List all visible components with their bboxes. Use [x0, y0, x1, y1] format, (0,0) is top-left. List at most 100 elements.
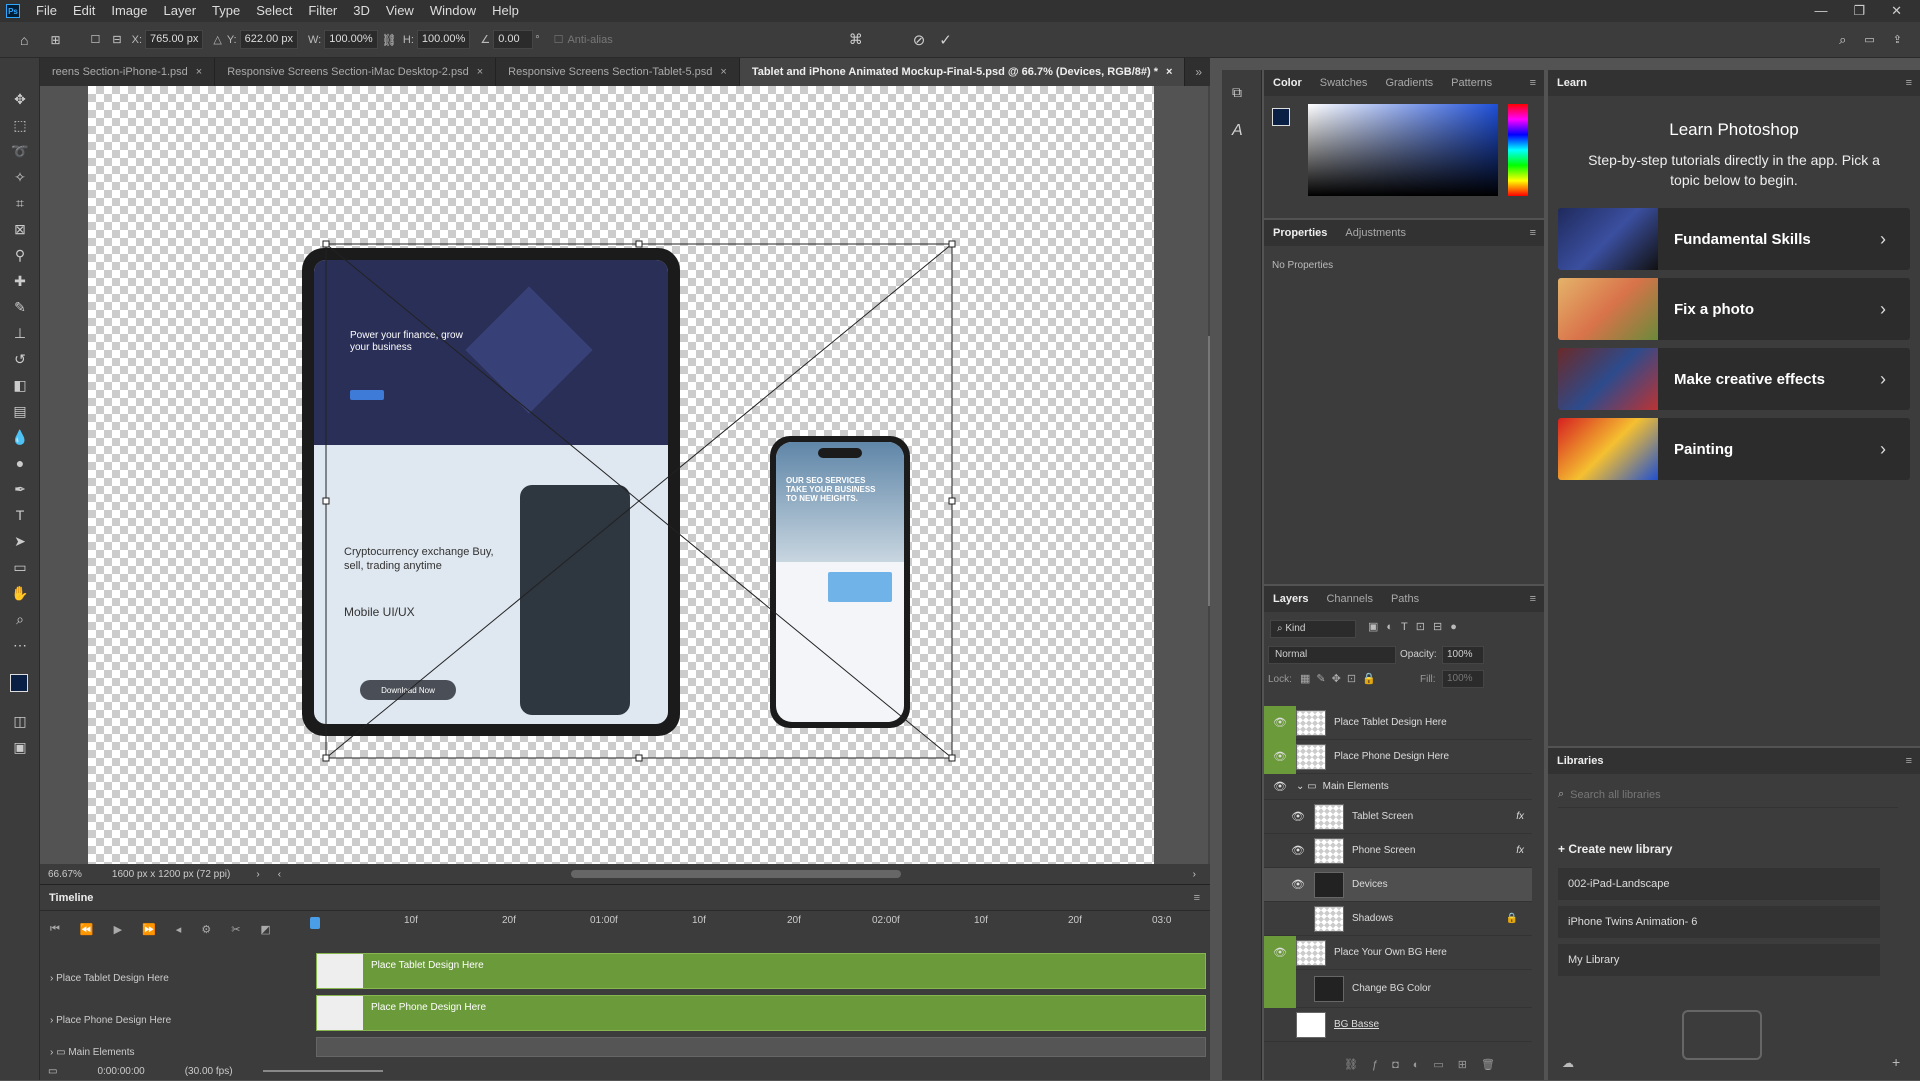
share-icon[interactable]: ⇪ — [1893, 33, 1902, 46]
horizontal-scrollbar[interactable] — [571, 870, 902, 878]
zoom-level[interactable]: 66.67% — [48, 869, 82, 880]
path-selection-tool-icon[interactable]: ➤ — [8, 530, 32, 552]
scroll-left-icon[interactable]: ‹ — [278, 869, 281, 880]
visibility-eye-icon[interactable]: 👁 — [1282, 868, 1314, 902]
tab-channels[interactable]: Channels — [1317, 586, 1381, 612]
close-icon[interactable]: × — [196, 66, 202, 78]
close-icon[interactable]: ✕ — [1891, 3, 1902, 19]
menu-image[interactable]: Image — [103, 0, 155, 22]
brush-tool-icon[interactable]: ✎ — [8, 296, 32, 318]
panel-menu-icon[interactable]: ≡ — [1530, 227, 1536, 239]
layer-group-row[interactable]: 👁 ⌄ ▭ Main Elements — [1264, 774, 1532, 800]
tab-learn[interactable]: Learn — [1548, 70, 1596, 96]
layer-row[interactable]: Change BG Color — [1264, 969, 1532, 1008]
history-icon[interactable]: ⧉ — [1232, 84, 1242, 101]
zoom-slider[interactable] — [262, 1070, 383, 1072]
status-menu-icon[interactable]: › — [256, 869, 259, 880]
library-item[interactable]: iPhone Twins Animation- 6 — [1558, 906, 1880, 938]
learn-card-painting[interactable]: Painting › — [1558, 418, 1910, 480]
h-input[interactable]: 100.00% — [416, 30, 471, 49]
character-icon[interactable]: A — [1232, 122, 1243, 140]
transition-icon[interactable]: ◩ — [260, 923, 270, 936]
tab-tablet[interactable]: Responsive Screens Section-Tablet-5.psd × — [496, 58, 740, 86]
tab-libraries[interactable]: Libraries — [1548, 748, 1612, 774]
visibility-eye-icon[interactable]: 👁 — [1264, 774, 1296, 800]
magic-wand-tool-icon[interactable]: ✧ — [8, 166, 32, 188]
settings-icon[interactable]: ⚙ — [201, 923, 211, 936]
quick-mask-icon[interactable]: ◫ — [8, 710, 32, 732]
track-label[interactable]: › Place Tablet Design Here — [50, 973, 169, 984]
close-icon[interactable]: × — [720, 66, 726, 78]
filter-kind-select[interactable]: ⌕ Kind — [1270, 620, 1356, 638]
learn-card-fundamental[interactable]: Fundamental Skills › — [1558, 208, 1910, 270]
layer-actions[interactable]: ⛓ƒ◘◐▭⊞🗑 — [1344, 1058, 1509, 1071]
foreground-color-swatch[interactable] — [10, 674, 28, 692]
move-tool-icon[interactable]: ✥ — [8, 88, 32, 110]
library-search[interactable]: ⌕ Search all libraries — [1558, 782, 1898, 808]
menu-edit[interactable]: Edit — [65, 0, 103, 22]
layer-row[interactable]: 👁 Place Phone Design Here — [1264, 739, 1532, 774]
menu-view[interactable]: View — [378, 0, 422, 22]
reference-point-icon[interactable]: ⊞ — [50, 33, 60, 47]
visibility-eye-icon[interactable]: 👁 — [1282, 834, 1314, 868]
tab-paths[interactable]: Paths — [1382, 586, 1428, 612]
first-frame-icon[interactable]: ⏮ — [50, 923, 60, 936]
menu-help[interactable]: Help — [484, 0, 527, 22]
panel-menu-icon[interactable]: ≡ — [1906, 77, 1912, 89]
tab-imac[interactable]: Responsive Screens Section-iMac Desktop-… — [215, 58, 497, 86]
vertical-scrollbar-thumb[interactable] — [1208, 336, 1210, 606]
panel-collapse-icon[interactable]: » — [1195, 65, 1202, 79]
stamp-tool-icon[interactable]: ⊥ — [8, 322, 32, 344]
foreground-color-swatch[interactable] — [1272, 108, 1290, 126]
zoom-tool-icon[interactable]: ⌕ — [8, 608, 32, 630]
search-icon[interactable]: ⌕ — [1839, 32, 1846, 48]
reference-toggle-icon[interactable]: ☐ — [91, 33, 101, 46]
blend-mode-select[interactable]: Normal — [1268, 646, 1396, 664]
next-frame-icon[interactable]: ⏩ — [142, 923, 156, 936]
layer-row[interactable]: BG Basse — [1264, 1008, 1532, 1042]
create-library-button[interactable]: + Create new library — [1558, 842, 1672, 856]
y-input[interactable]: 622.00 px — [239, 30, 298, 49]
marquee-tool-icon[interactable]: ⬚ — [8, 114, 32, 136]
minimize-icon[interactable]: — — [1814, 3, 1827, 19]
visibility-eye-icon[interactable]: 👁 — [1264, 705, 1296, 740]
x-input[interactable]: 765.00 px — [145, 30, 204, 49]
tab-layers[interactable]: Layers — [1264, 586, 1317, 612]
close-icon[interactable]: × — [477, 66, 483, 78]
opacity-input[interactable]: 100% — [1442, 646, 1484, 664]
render-icon[interactable]: ▭ — [48, 1066, 57, 1077]
library-item[interactable]: My Library — [1558, 944, 1880, 976]
tab-swatches[interactable]: Swatches — [1311, 70, 1377, 96]
add-icon[interactable]: + — [1892, 1054, 1900, 1070]
panel-menu-icon[interactable]: ≡ — [1194, 892, 1200, 904]
learn-card-creative[interactable]: Make creative effects › — [1558, 348, 1910, 410]
visibility-eye-icon[interactable] — [1264, 1008, 1296, 1042]
frame-tool-icon[interactable]: ⊠ — [8, 218, 32, 240]
blur-tool-icon[interactable]: 💧 — [8, 426, 32, 448]
menu-file[interactable]: File — [28, 0, 65, 22]
layer-row[interactable]: 👁 Tablet Screen fx — [1264, 800, 1532, 834]
layer-row[interactable]: 👁 Place Your Own BG Here — [1264, 935, 1532, 970]
menu-type[interactable]: Type — [204, 0, 248, 22]
panel-menu-icon[interactable]: ≡ — [1530, 593, 1536, 605]
more-tools-icon[interactable]: ⋯ — [8, 634, 32, 656]
cancel-transform-icon[interactable]: ⊘ — [913, 31, 926, 49]
restore-icon[interactable]: ❐ — [1853, 3, 1865, 19]
angle-input[interactable]: 0.00 — [493, 30, 534, 49]
document-canvas[interactable]: Power your finance, grow your business C… — [88, 86, 1154, 864]
panel-menu-icon[interactable]: ≡ — [1906, 755, 1912, 767]
grid-icon[interactable]: ⊟ — [112, 33, 121, 46]
screen-mode-icon[interactable]: ▣ — [8, 736, 32, 758]
play-icon[interactable]: ▶ — [114, 923, 122, 936]
prev-frame-icon[interactable]: ⏪ — [80, 923, 94, 936]
visibility-eye-icon[interactable]: 👁 — [1264, 739, 1296, 774]
pen-tool-icon[interactable]: ✒ — [8, 478, 32, 500]
crop-tool-icon[interactable]: ⌗ — [8, 192, 32, 214]
timeline-title[interactable]: Timeline — [40, 885, 102, 911]
layer-row-selected[interactable]: 👁 Devices — [1264, 868, 1532, 902]
warp-icon[interactable]: ⌘ — [849, 31, 863, 48]
home-icon[interactable]: ⌂ — [20, 32, 28, 48]
layer-row[interactable]: Shadows 🔒 — [1264, 902, 1532, 936]
dodge-tool-icon[interactable]: ● — [8, 452, 32, 474]
visibility-eye-icon[interactable] — [1282, 902, 1314, 936]
